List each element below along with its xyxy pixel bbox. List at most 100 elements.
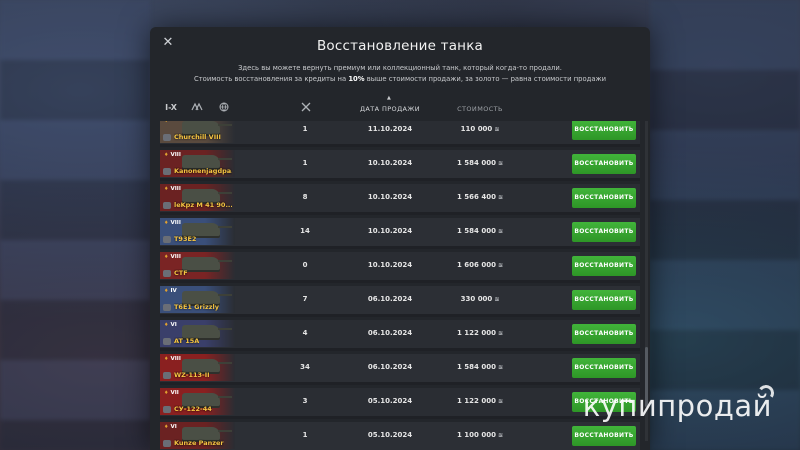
dialog-description: Здесь вы можете вернуть премиум или колл… [150, 63, 650, 85]
tank-card: ♦ IV T6E1 Grizzly [160, 286, 235, 313]
restore-cost-value: 1 122 000 [457, 397, 496, 405]
restore-button[interactable]: ВОССТАНОВИТЬ [572, 256, 636, 276]
premium-icon: ♦ [164, 121, 169, 124]
restore-cost: 1 584 000 ≋ [450, 227, 510, 235]
tank-card: ♦ VII СУ-122-44 [160, 388, 235, 415]
vehicle-class-icon [163, 168, 171, 175]
battle-count: 34 [300, 363, 310, 371]
tank-card: ♦ VIII leKpz M 41 90... [160, 184, 235, 211]
battle-count: 4 [302, 329, 308, 337]
tank-tier-label: VIII [170, 152, 181, 158]
table-row: ♦ VI Kunze Panzer 1 05.10.2024 1 100 000 ≋… [160, 422, 640, 450]
vehicle-class-icon [163, 202, 171, 209]
cost-column-header[interactable]: СТОИМОСТЬ [450, 97, 510, 119]
battle-count: 8 [302, 193, 308, 201]
credits-icon: ≋ [497, 228, 503, 235]
premium-icon: ♦ [164, 424, 169, 430]
sale-date: 11.10.2024 [367, 125, 413, 133]
sale-date: 06.10.2024 [367, 295, 413, 303]
cost-header-label: СТОИМОСТЬ [457, 105, 503, 113]
premium-icon: ♦ [164, 220, 169, 226]
tank-card: ♦ VIII T93E2 [160, 218, 235, 245]
credits-icon: ≋ [497, 330, 503, 337]
nation-filter-globe-icon[interactable] [216, 102, 232, 114]
sale-date: 10.10.2024 [367, 261, 413, 269]
premium-icon: ♦ [164, 152, 169, 158]
tier-filter-button[interactable]: I-X [160, 102, 182, 114]
dialog-title: Восстановление танка [316, 38, 484, 54]
vehicle-class-icon [163, 304, 171, 311]
restore-cost: 1 584 000 ≋ [450, 363, 510, 371]
vehicle-class-icon [163, 270, 171, 277]
tank-tier: ♦ VIII [164, 186, 181, 192]
crossed-swords-icon[interactable] [298, 102, 314, 114]
tank-name: СУ-122-44 [174, 405, 212, 413]
date-header-label: ДАТА ПРОДАЖИ [359, 105, 421, 113]
tank-tier-label: VIII [170, 220, 181, 226]
battle-count: 1 [302, 431, 308, 439]
restore-cost-value: 1 606 000 [457, 261, 496, 269]
restore-cost: 1 606 000 ≋ [450, 261, 510, 269]
restore-cost-value: 330 000 [460, 295, 493, 303]
watermark: купипродай [582, 389, 772, 423]
credits-icon: ≋ [497, 364, 503, 371]
sale-date: 10.10.2024 [367, 159, 413, 167]
sale-date: 10.10.2024 [367, 193, 413, 201]
restore-cost: 1 100 000 ≋ [450, 431, 510, 439]
tank-card: ♦ VIII CTF [160, 252, 235, 279]
vehicle-class-icon [163, 372, 171, 379]
restore-cost-value: 1 566 400 [457, 193, 496, 201]
table-row: ♦ VII СУ-122-44 3 05.10.2024 1 122 000 ≋ В… [160, 388, 640, 419]
restore-button[interactable]: ВОССТАНОВИТЬ [572, 358, 636, 378]
restore-button[interactable]: ВОССТАНОВИТЬ [572, 188, 636, 208]
sale-date: 06.10.2024 [367, 329, 413, 337]
battle-count: 14 [300, 227, 310, 235]
tank-tier: ♦ IV [164, 288, 177, 294]
tank-name: Kunze Panzer [174, 439, 224, 447]
credits-icon: ≋ [497, 398, 503, 405]
restore-button[interactable]: ВОССТАНОВИТЬ [572, 426, 636, 446]
sale-date: 10.10.2024 [367, 227, 413, 235]
battle-count: 1 [302, 125, 308, 133]
tank-name: CTF [174, 269, 188, 277]
sale-date: 05.10.2024 [367, 431, 413, 439]
restore-button[interactable]: ВОССТАНОВИТЬ [572, 324, 636, 344]
date-column-header[interactable]: ▲ ДАТА ПРОДАЖИ [355, 95, 425, 119]
tank-tier-label: VII [170, 390, 179, 396]
premium-icon: ♦ [164, 356, 169, 362]
tank-tier: ♦ VI [164, 424, 177, 430]
restore-cost-value: 110 000 [460, 125, 493, 133]
restore-cost-value: 1 584 000 [457, 363, 496, 371]
vehicle-class-icon [163, 406, 171, 413]
restore-button[interactable]: ВОССТАНОВИТЬ [572, 121, 636, 140]
background-right-panel [650, 0, 800, 450]
tank-tier: ♦ VII [164, 390, 179, 396]
tank-tier: ♦ VI [164, 322, 177, 328]
battle-count: 1 [302, 159, 308, 167]
description-line-1: Здесь вы можете вернуть премиум или колл… [238, 64, 562, 72]
credits-icon: ≋ [497, 194, 503, 201]
table-row: ♦ VIII CTF 0 10.10.2024 1 606 000 ≋ ВОССТА… [160, 252, 640, 283]
tank-tier-label: VIII [170, 186, 181, 192]
description-line-2-end: выше стоимости продажи, за золото — равн… [364, 75, 607, 83]
table-row: ♦VIII Kanonenjagdpa... 1 10.10.2024 1 58… [160, 150, 640, 181]
background-left-panel [0, 0, 150, 450]
tank-card: ♦ Churchill VIII [160, 121, 235, 143]
restore-button[interactable]: ВОССТАНОВИТЬ [572, 154, 636, 174]
tank-tier-label: VIII [170, 356, 181, 362]
premium-icon: ♦ [164, 322, 169, 328]
restore-button[interactable]: ВОССТАНОВИТЬ [572, 290, 636, 310]
tank-tier-label: VI [170, 424, 177, 430]
restore-button[interactable]: ВОССТАНОВИТЬ [572, 222, 636, 242]
tank-tier-label: VI [170, 322, 177, 328]
vehicle-class-icon [163, 134, 171, 141]
description-percent: 10% [348, 75, 365, 83]
tank-restore-dialog: ✕ Восстановление танка Здесь вы можете в… [150, 27, 650, 450]
sold-tanks-list: ♦ Churchill VIII 1 11.10.2024 110 000 ≋ В… [160, 121, 640, 450]
table-row: ♦ VI AT 15A 4 06.10.2024 1 122 000 ≋ ВОССТ… [160, 320, 640, 351]
credits-icon: ≋ [494, 296, 500, 303]
tank-name: T93E2 [174, 235, 197, 243]
vehicle-type-filter-icon[interactable] [190, 102, 206, 114]
tank-tier-label: VIII [170, 254, 181, 260]
tank-name: WZ-113-II [174, 371, 210, 379]
